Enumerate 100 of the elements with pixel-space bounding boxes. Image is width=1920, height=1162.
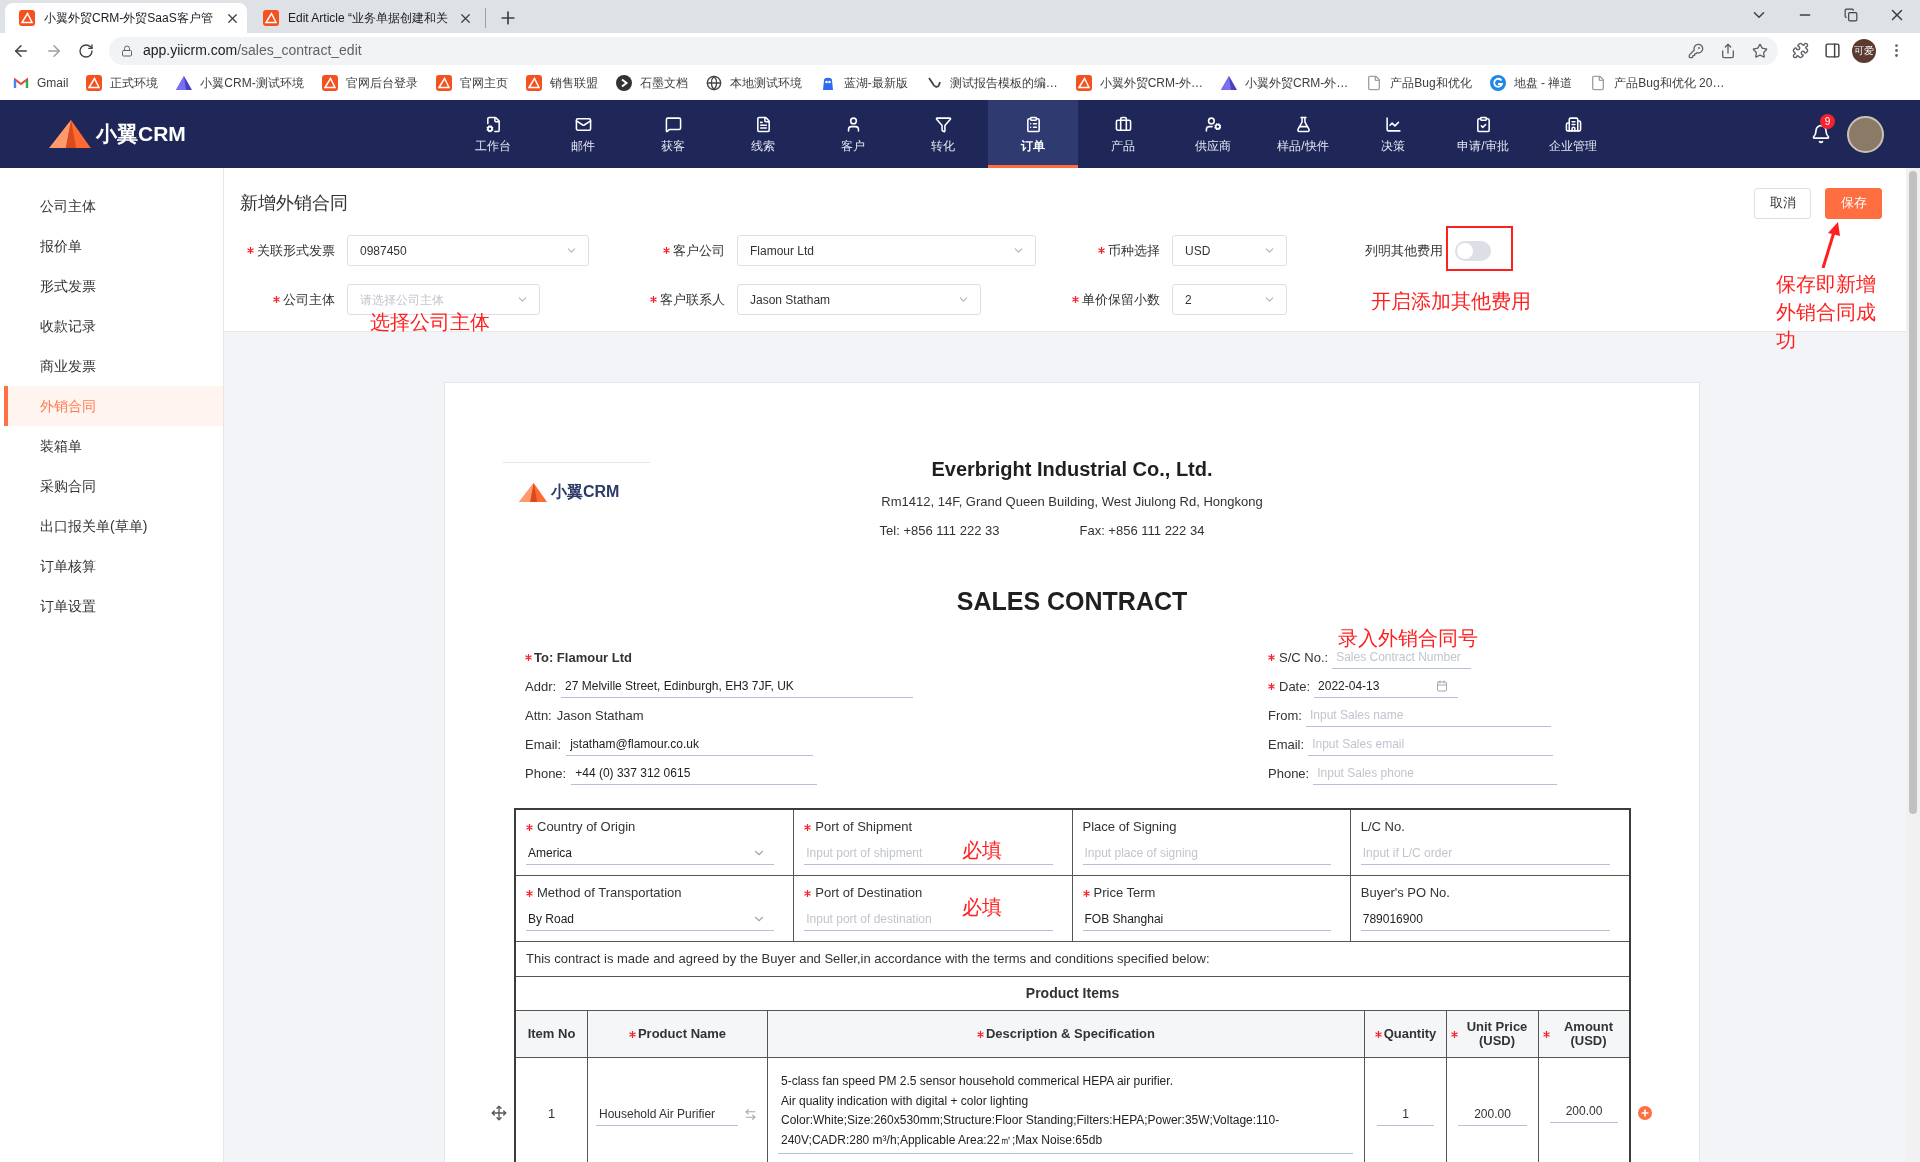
select-field[interactable]: 0987450 [347,235,589,266]
briefcase-icon [1114,115,1132,133]
chat-icon [664,115,682,133]
key-icon[interactable] [1688,42,1704,59]
move-handle-icon[interactable] [491,1105,507,1121]
add-row-icon[interactable] [1638,1106,1652,1120]
annotation-text: 保存即新增外销合同成功 [1776,272,1877,353]
select-field[interactable]: 2 [1172,284,1287,315]
toggle-switch[interactable] [1455,240,1491,261]
sidebar-item[interactable]: 报价单 [4,226,223,266]
description-field[interactable]: 5-class fan speed PM 2.5 sensor household commerical HEPA air purifier. Air quality indication with digital + color lighting Color:White;Size:260x530mm;Structure:Floor Standing;Filters:HEPA;Power:35W;Voltage:110-240V;CADR:280 m³/h;Applicable Area:22㎡;Max Noise:65db [778,1072,1353,1154]
nav-tab[interactable]: 线索 [718,100,808,168]
field-label: L/C No. [1360,818,1405,837]
sidebar-item[interactable]: 公司主体 [4,186,223,226]
nav-tab[interactable]: 客户 [808,100,898,168]
bookmark-link[interactable]: 正式环境 [77,69,168,97]
nav-tab[interactable]: 申请/审批 [1438,100,1528,168]
company-name: Everbright Industrial Co., Ltd. [931,457,1213,481]
nav-tab[interactable]: 订单 [988,100,1078,168]
column-header: Amount (USD) [1562,1020,1615,1048]
bookmark-link[interactable]: 产品Bug和优化 [1357,69,1481,97]
bookmark-link[interactable]: 地盘 - 禅道 [1480,69,1582,97]
sidebar-item[interactable]: 装箱单 [4,426,223,466]
section-title: Product Items [1025,984,1120,1003]
nav-tab[interactable]: 转化 [898,100,988,168]
input-field[interactable]: jstatham@flamour.co.uk [566,733,814,756]
nav-tab[interactable]: 产品 [1078,100,1168,168]
document-gear-icon [484,115,502,133]
star-icon[interactable] [1752,42,1768,59]
nav-tab[interactable]: 获客 [628,100,718,168]
bookmark-link[interactable]: 蓝湖-最新版 [810,69,917,97]
bookmark-link[interactable]: 小翼CRM-测试环境 [167,69,313,97]
share-icon[interactable] [1720,42,1736,59]
nav-tab[interactable]: 样品/快件 [1258,100,1348,168]
product-name-field[interactable]: Household Air Purifier [596,1102,738,1126]
scrollbar-thumb[interactable] [1909,171,1917,814]
field-label: Buyer's PO No. [1360,884,1450,903]
input-field[interactable]: FOB Shanghai [1082,907,1331,931]
bookmark-link[interactable]: 官网后台登录 [312,69,427,97]
pyramid-icon [176,76,193,90]
sidebar-item[interactable]: 采购合同 [4,466,223,506]
nav-tab[interactable]: 供应商 [1168,100,1258,168]
quantity-field[interactable]: 1 [1377,1102,1434,1126]
puzzle-icon[interactable] [1791,42,1809,59]
address-bar[interactable]: app.yiicrm.com/sales_contract_edit [109,36,1778,65]
field-label: Addr: [525,677,557,696]
nav-tab[interactable]: 工作台 [448,100,538,168]
profile-avatar[interactable]: 可爱 [1852,38,1876,63]
column-header: Item No [527,1027,576,1041]
field-label: S/C No.: [1279,648,1329,667]
bookmark-link[interactable]: 销售联盟 [516,69,607,97]
reload-icon[interactable] [78,42,94,59]
sidebar-item[interactable]: 订单设置 [4,586,223,626]
side-panel-icon[interactable] [1823,42,1841,59]
field-label: 币种选择 [1108,241,1160,260]
select-field[interactable]: America [526,841,775,865]
select-field[interactable]: Jason Statham [737,284,981,315]
input-field[interactable]: 789016900 [1360,907,1610,931]
sidebar-item[interactable]: 形式发票 [4,266,223,306]
item-number: 1 [547,1105,556,1124]
annotation-text: 必填 [962,838,1002,862]
sidebar-item[interactable]: 收款记录 [4,306,223,346]
nav-tab[interactable]: 企业管理 [1528,100,1618,168]
company-address: Rm1412, 14F, Grand Queen Building, West Jiulong Rd, Hongkong [881,493,1263,511]
bookmark-link[interactable]: 产品Bug和优化 20… [1581,69,1734,97]
cancel-button[interactable]: 取消 [1754,187,1811,219]
browser-tab[interactable]: 小翼外贸CRM-外贸SaaS客户管 [5,3,247,33]
triangle-logo-icon [263,10,279,26]
letter-m-icon [13,77,29,89]
sidebar-item[interactable]: 出口报关单(草单) [4,506,223,546]
triangle-logo-icon [321,75,338,91]
sidebar-item[interactable]: 商业发票 [4,346,223,386]
bookmark-link[interactable]: 测试报告模板的编… [916,69,1067,97]
nav-tab[interactable]: 邮件 [538,100,628,168]
select-field[interactable]: Flamour Ltd [737,235,1036,266]
user-avatar[interactable] [1847,115,1884,153]
envelope-icon [574,115,592,133]
sidebar-item[interactable]: 订单核算 [4,546,223,586]
lock-icon [121,44,133,57]
bookmark-link[interactable]: 小翼外贸CRM-外… [1212,69,1358,97]
line-chart-icon [1384,115,1402,133]
field-label: Port of Destination [815,884,923,903]
bookmark-link[interactable]: Gmail [4,69,78,97]
input-field[interactable]: 2022-04-13 [1314,675,1459,698]
bookmark-link[interactable]: 小翼外贸CRM-外… [1066,69,1212,97]
bookmark-link[interactable]: 官网主页 [426,69,517,97]
nav-tab[interactable]: 决策 [1348,100,1438,168]
select-field[interactable]: By Road [526,907,775,931]
bell-icon[interactable] [1811,124,1831,144]
unit-price-field[interactable]: 200.00 [1458,1102,1527,1126]
chevron-circle-icon [615,75,632,91]
url-text[interactable]: app.yiicrm.com/sales_contract_edit [143,40,362,61]
restore-icon[interactable] [1844,8,1858,22]
globe-icon [705,75,722,91]
bookmark-link[interactable]: 本地测试环境 [696,69,811,97]
input-field[interactable]: 27 Melville Street, Edinburgh, EH3 7JF, UK [561,675,914,698]
bookmark-link[interactable]: 石墨文档 [606,69,697,97]
input-field[interactable]: +44 (0) 337 312 0615 [571,762,818,785]
amount-field[interactable]: 200.00 [1550,1099,1618,1123]
select-field[interactable]: USD [1172,235,1287,266]
